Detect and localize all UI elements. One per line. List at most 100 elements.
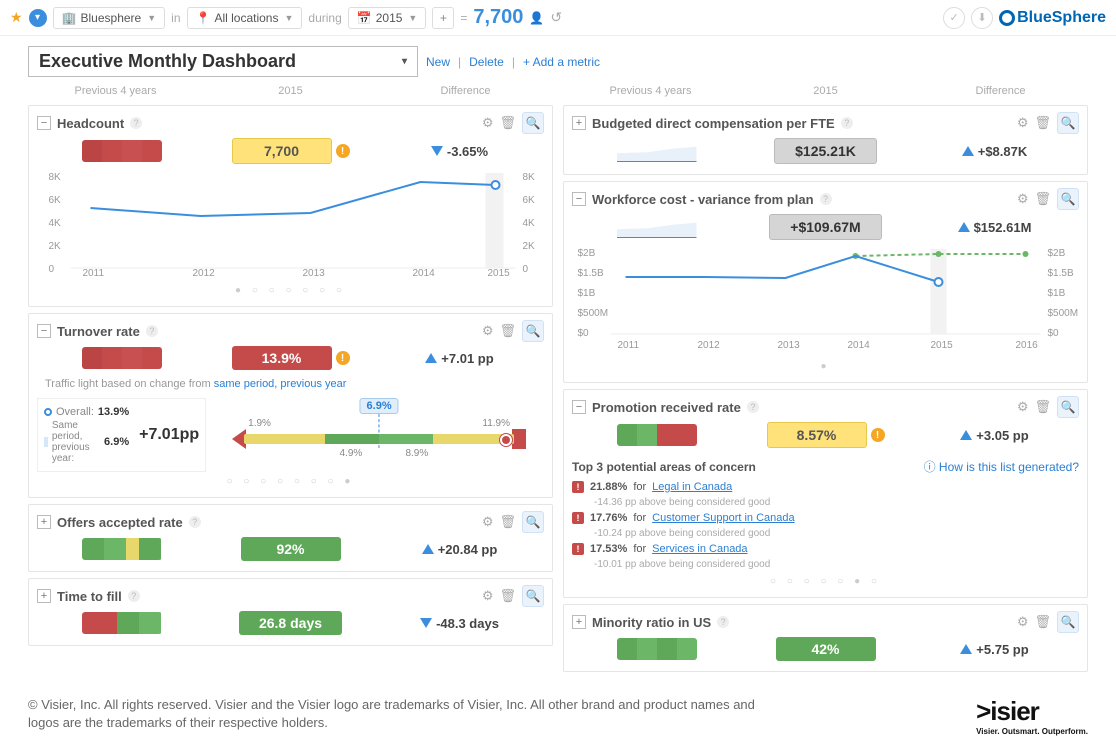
down-icon [420,618,432,628]
collapse-icon[interactable]: − [572,192,586,206]
gear-icon[interactable]: ⚙ [1017,614,1029,630]
new-button[interactable]: New [426,55,450,69]
trash-icon[interactable]: 🗑 [499,514,516,530]
expand-icon[interactable]: + [37,515,51,529]
concern-link[interactable]: Services in Canada [652,543,747,555]
svg-text:$2B: $2B [578,248,596,259]
in-label: in [171,11,180,25]
svg-text:$500M: $500M [1048,308,1079,319]
pagination-dots[interactable]: ○ ○ ○ ○ ○ ○ ○ ● [37,472,544,491]
kpi-change: -48.3 days [436,616,499,631]
kpi-change: +20.84 pp [438,542,498,557]
magnify-icon[interactable]: 🔍 [522,320,544,342]
concern-link[interactable]: Customer Support in Canada [652,512,794,524]
undo-icon[interactable]: ↺ [550,9,562,26]
gear-icon[interactable]: ⚙ [482,323,494,339]
hdr-cur: 2015 [203,85,378,97]
help-icon[interactable]: ? [717,616,729,628]
card-wfc: − Workforce cost - variance from plan ? … [563,181,1088,383]
svg-text:8K: 8K [523,172,536,183]
right-column: Previous 4 years 2015 Difference + Budge… [563,83,1088,672]
magnify-icon[interactable]: 🔍 [522,112,544,134]
star-icon[interactable]: ★ [10,9,23,26]
left-column: Previous 4 years 2015 Difference − Headc… [28,83,553,672]
gear-icon[interactable]: ⚙ [482,115,494,131]
trash-icon[interactable]: 🗑 [1034,115,1051,131]
kpi-value: $125.21K [774,138,877,164]
caret-icon: ▼ [147,13,156,23]
trash-icon[interactable]: 🗑 [499,115,516,131]
pagination-dots[interactable]: ○ ○ ○ ○ ○ ● ○ [572,572,1079,591]
card-offers: + Offers accepted rate ? ⚙ 🗑 🔍 92% +20.8… [28,504,553,572]
org-label: Bluesphere [81,11,142,25]
card-title: Workforce cost - variance from plan [592,192,814,207]
help-icon[interactable]: ? [841,117,853,129]
svg-text:2016: 2016 [1016,340,1039,351]
collapse-icon[interactable]: − [572,400,586,414]
expand-icon[interactable]: + [37,589,51,603]
collapse-icon[interactable]: − [37,324,51,338]
magnify-icon[interactable]: 🔍 [522,511,544,533]
pagination-dots[interactable]: ● ○ ○ ○ ○ ○ ○ [37,281,544,300]
title-bar: Executive Monthly Dashboard ▾ New | Dele… [0,36,1116,83]
gear-icon[interactable]: ⚙ [1017,115,1029,131]
caret-icon: ▾ [402,56,407,67]
help-icon[interactable]: ? [820,193,832,205]
alert-icon: ! [572,481,584,493]
kpi-change: -3.65% [447,144,488,159]
dashboard: Previous 4 years 2015 Difference − Headc… [0,83,1116,682]
add-metric-button[interactable]: + Add a metric [523,55,600,69]
card-title: Offers accepted rate [57,515,183,530]
up-icon [960,430,972,440]
help-icon[interactable]: ? [146,325,158,337]
help-icon[interactable]: ? [128,590,140,602]
svg-text:$500M: $500M [578,308,609,319]
footer-text: © Visier, Inc. All rights reserved. Visi… [28,696,778,732]
magnify-icon[interactable]: 🔍 [1057,188,1079,210]
magnify-icon[interactable]: 🔍 [522,585,544,607]
trash-icon[interactable]: 🗑 [1034,399,1051,415]
note-link[interactable]: same period, previous year [214,378,347,390]
hdr-cur: 2015 [738,85,913,97]
expand-icon[interactable]: + [572,116,586,130]
kpi-change: $152.61M [974,220,1032,235]
gear-icon[interactable]: ⚙ [482,588,494,604]
help-icon[interactable]: ? [189,516,201,528]
up-icon [958,222,970,232]
location-selector[interactable]: 📍 All locations ▼ [187,7,303,29]
magnify-icon[interactable]: 🔍 [1057,396,1079,418]
how-link[interactable]: How is this list generated? [939,460,1079,474]
trash-icon[interactable]: 🗑 [1034,191,1051,207]
magnify-icon[interactable]: 🔍 [1057,112,1079,134]
trash-icon[interactable]: 🗑 [499,588,516,604]
gear-icon[interactable]: ⚙ [1017,399,1029,415]
expand-icon[interactable]: + [572,615,586,629]
gear-icon[interactable]: ⚙ [482,514,494,530]
concern-link[interactable]: Legal in Canada [652,481,732,493]
visier-logo: >isier Visier. Outsmart. Outperform. [976,696,1088,736]
up-icon [425,353,437,363]
pagination-dots[interactable]: ● [572,357,1079,376]
card-title: Minority ratio in US [592,615,711,630]
concerns-list: !21.88% for Legal in Canada-14.36 pp abo… [572,479,1079,572]
org-selector[interactable]: 🏢 Bluesphere ▼ [53,7,166,29]
delete-button[interactable]: Delete [469,55,504,69]
gear-icon[interactable]: ⚙ [1017,191,1029,207]
dashboard-selector[interactable]: Executive Monthly Dashboard ▾ [28,46,418,77]
add-filter-button[interactable]: + [432,7,454,29]
chevron-down-icon[interactable]: ▾ [29,9,47,27]
sparkline [617,216,697,238]
download-icon[interactable]: ⬇ [971,7,993,29]
year-selector[interactable]: 📅 2015 ▼ [348,7,427,29]
trash-icon[interactable]: 🗑 [499,323,516,339]
help-icon[interactable]: ? [747,401,759,413]
svg-text:$1.5B: $1.5B [1048,268,1074,279]
hdr-prev: Previous 4 years [28,85,203,97]
magnify-icon[interactable]: 🔍 [1057,611,1079,633]
collapse-icon[interactable]: − [37,116,51,130]
trash-icon[interactable]: 🗑 [1034,614,1051,630]
help-icon[interactable]: ? [130,117,142,129]
svg-text:2013: 2013 [778,340,801,351]
clock-icon[interactable]: ✓ [943,7,965,29]
hdr-prev: Previous 4 years [563,85,738,97]
